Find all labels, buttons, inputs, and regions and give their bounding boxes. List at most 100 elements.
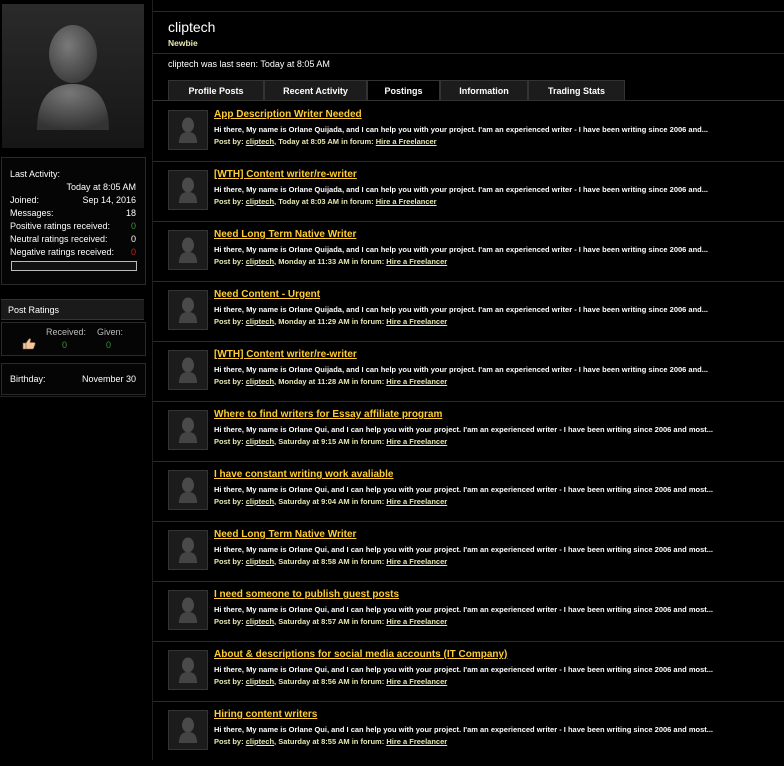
post-time: , Saturday at 8:58 AM <box>274 557 350 566</box>
tabs-divider <box>153 100 784 101</box>
last-activity-label: Last Activity: <box>10 169 61 179</box>
post-snippet: Hi there, My name is Orlane Quijada, and… <box>214 245 709 254</box>
post-author-link[interactable]: cliptech <box>246 317 274 326</box>
posting-row: Need Long Term Native Writer Hi there, My… <box>153 521 784 586</box>
forum-link[interactable]: Hire a Freelancer <box>386 497 447 506</box>
forum-link[interactable]: Hire a Freelancer <box>386 557 447 566</box>
post-snippet: Hi there, My name is Orlane Qui, and I c… <box>214 545 714 554</box>
post-by-label: Post by: <box>214 197 244 206</box>
posting-row: [WTH] Content writer/re-writer Hi there, … <box>153 161 784 226</box>
post-meta: Post by: cliptech, Saturday at 9:15 AM i… <box>214 437 447 446</box>
last-seen-text: cliptech was last seen: Today at 8:05 AM <box>168 59 330 69</box>
in-forum-label: in forum: <box>341 137 374 146</box>
post-author-link[interactable]: cliptech <box>246 377 274 386</box>
poster-avatar[interactable] <box>168 410 208 450</box>
post-author-link[interactable]: cliptech <box>246 497 274 506</box>
post-time: , Monday at 11:28 AM <box>274 377 350 386</box>
post-title-link[interactable]: Where to find writers for Essay affiliat… <box>214 409 442 420</box>
messages-label: Messages: <box>10 208 54 218</box>
forum-link[interactable]: Hire a Freelancer <box>386 437 447 446</box>
user-title: Newbie <box>168 38 198 48</box>
post-title-link[interactable]: [WTH] Content writer/re-writer <box>214 169 357 180</box>
post-by-label: Post by: <box>214 557 244 566</box>
post-title-link[interactable]: [WTH] Content writer/re-writer <box>214 349 357 360</box>
post-meta: Post by: cliptech, Saturday at 8:56 AM i… <box>214 677 447 686</box>
joined-value: Sep 14, 2016 <box>82 195 136 205</box>
poster-avatar[interactable] <box>168 470 208 510</box>
row-divider <box>153 401 784 402</box>
post-by-label: Post by: <box>214 317 244 326</box>
positive-ratings-value: 0 <box>130 221 136 231</box>
post-author-link[interactable]: cliptech <box>246 737 274 746</box>
post-author-link[interactable]: cliptech <box>246 257 274 266</box>
poster-avatar[interactable] <box>168 590 208 630</box>
poster-avatar[interactable] <box>168 530 208 570</box>
forum-link[interactable]: Hire a Freelancer <box>386 377 447 386</box>
forum-link[interactable]: Hire a Freelancer <box>386 617 447 626</box>
post-title-link[interactable]: App Description Writer Needed <box>214 109 362 120</box>
member-stats: Last Activity: Today at 8:05 AM Joined: S… <box>1 157 146 285</box>
tab-trading-stats[interactable]: Trading Stats <box>528 80 625 101</box>
neutral-ratings-label: Neutral ratings received: <box>10 234 108 244</box>
received-value: 0 <box>62 340 68 350</box>
in-forum-label: in forum: <box>351 317 385 326</box>
in-forum-label: in forum: <box>351 557 385 566</box>
tab-postings[interactable]: Postings <box>367 80 440 101</box>
last-activity-value: Today at 8:05 AM <box>66 182 136 192</box>
post-author-link[interactable]: cliptech <box>246 677 274 686</box>
post-title-link[interactable]: Need Content - Urgent <box>214 289 320 300</box>
forum-link[interactable]: Hire a Freelancer <box>386 257 447 266</box>
thumbs-up-icon <box>22 338 36 352</box>
poster-avatar[interactable] <box>168 350 208 390</box>
post-title-link[interactable]: I have constant writing work avaliable <box>214 469 394 480</box>
post-snippet: Hi there, My name is Orlane Qui, and I c… <box>214 725 714 734</box>
birthday-box: Birthday: November 30 <box>1 363 146 395</box>
forum-link[interactable]: Hire a Freelancer <box>386 737 447 746</box>
joined-label: Joined: <box>10 195 40 205</box>
tab-recent-activity[interactable]: Recent Activity <box>264 80 367 101</box>
poster-avatar[interactable] <box>168 710 208 750</box>
post-author-link[interactable]: cliptech <box>246 197 274 206</box>
tab-information[interactable]: Information <box>440 80 528 101</box>
post-by-label: Post by: <box>214 257 244 266</box>
post-meta: Post by: cliptech, Saturday at 8:58 AM i… <box>214 557 447 566</box>
poster-avatar[interactable] <box>168 290 208 330</box>
forum-link[interactable]: Hire a Freelancer <box>376 197 437 206</box>
post-author-link[interactable]: cliptech <box>246 137 274 146</box>
post-title-link[interactable]: Hiring content writers <box>214 709 317 720</box>
poster-avatar[interactable] <box>168 110 208 150</box>
tab-profile-posts[interactable]: Profile Posts <box>168 80 264 101</box>
post-time: , Saturday at 8:55 AM <box>274 737 350 746</box>
avatar[interactable] <box>2 4 144 148</box>
poster-avatar[interactable] <box>168 650 208 690</box>
profile-main: cliptech Newbie cliptech was last seen: … <box>153 0 784 760</box>
post-author-link[interactable]: cliptech <box>246 617 274 626</box>
post-snippet: Hi there, My name is Orlane Quijada, and… <box>214 125 709 134</box>
birthday-value: November 30 <box>81 374 136 384</box>
in-forum-label: in forum: <box>351 437 385 446</box>
post-author-link[interactable]: cliptech <box>246 557 274 566</box>
negative-ratings-value: 0 <box>130 247 136 257</box>
post-meta: Post by: cliptech, Monday at 11:33 AM in… <box>214 257 447 266</box>
post-title-link[interactable]: About & descriptions for social media ac… <box>214 649 507 660</box>
forum-link[interactable]: Hire a Freelancer <box>376 137 437 146</box>
post-by-label: Post by: <box>214 377 244 386</box>
post-title-link[interactable]: Need Long Term Native Writer <box>214 529 356 540</box>
poster-avatar[interactable] <box>168 230 208 270</box>
forum-link[interactable]: Hire a Freelancer <box>386 677 447 686</box>
row-divider <box>153 701 784 702</box>
row-divider <box>153 581 784 582</box>
profile-sidebar: Last Activity: Today at 8:05 AM Joined: S… <box>0 0 146 760</box>
post-time: , Today at 8:03 AM <box>274 197 340 206</box>
post-snippet: Hi there, My name is Orlane Qui, and I c… <box>214 605 714 614</box>
post-title-link[interactable]: Need Long Term Native Writer <box>214 229 356 240</box>
poster-avatar[interactable] <box>168 170 208 210</box>
posting-row: I have constant writing work avaliable Hi… <box>153 461 784 526</box>
in-forum-label: in forum: <box>351 377 385 386</box>
post-title-link[interactable]: I need someone to publish guest posts <box>214 589 399 600</box>
rating-bar <box>11 261 137 271</box>
row-divider <box>153 641 784 642</box>
forum-link[interactable]: Hire a Freelancer <box>386 317 447 326</box>
positive-ratings-label: Positive ratings received: <box>10 221 111 231</box>
post-author-link[interactable]: cliptech <box>246 437 274 446</box>
